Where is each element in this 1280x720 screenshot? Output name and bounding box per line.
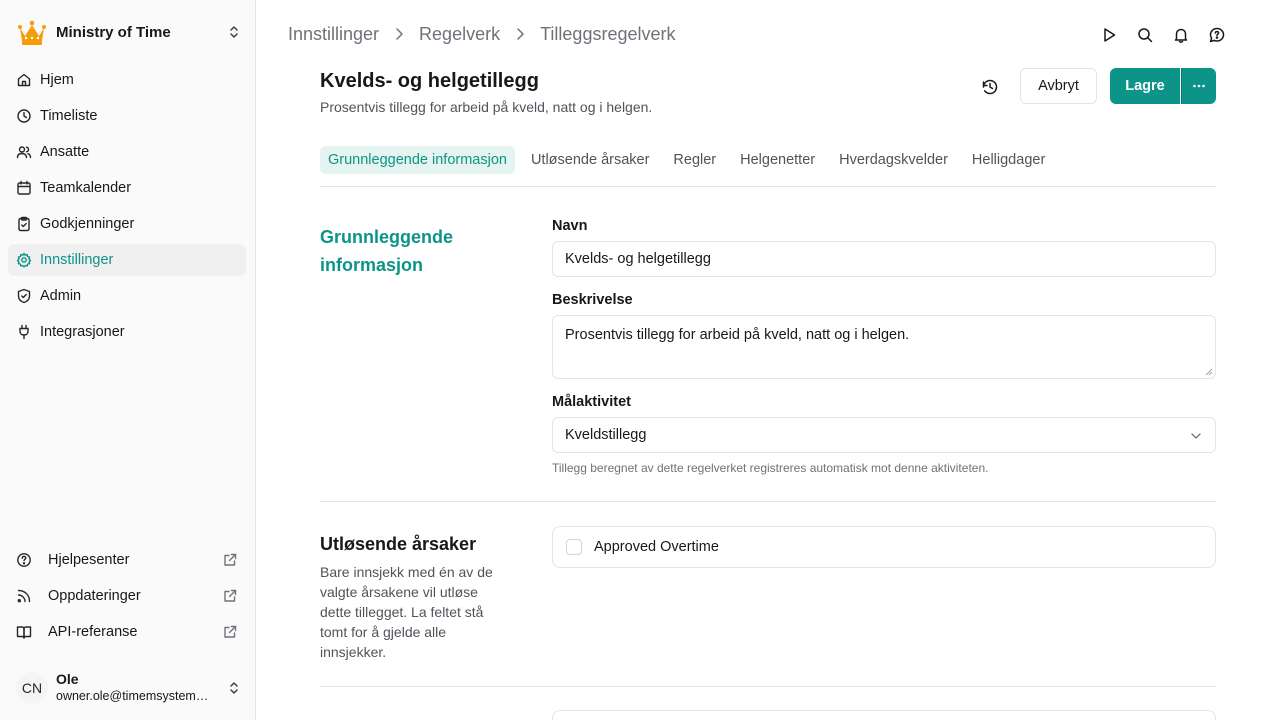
target-activity-help: Tillegg beregnet av dette regelverket re…	[552, 461, 989, 475]
sidebar-item-oppdateringer[interactable]: Oppdateringer	[8, 580, 246, 612]
sidebar-item-label: Ansatte	[40, 144, 90, 160]
user-info: Ole owner.ole@timemsystem.com	[56, 671, 226, 705]
sidebar-item-label: Integrasjoner	[40, 324, 125, 340]
description-label: Beskrivelse	[552, 292, 633, 308]
sidebar-item-label: Innstillinger	[40, 252, 114, 268]
target-activity-value: Kveldstillegg	[565, 427, 647, 443]
description-value: Prosentvis tillegg for arbeid på kveld, …	[565, 327, 910, 343]
sidebar-item-label: Godkjenninger	[40, 216, 135, 232]
external-link-icon	[222, 588, 238, 604]
target-activity-select[interactable]: Kveldstillegg	[552, 417, 1216, 453]
message-help-icon[interactable]	[1208, 26, 1226, 44]
sidebar-item-timeliste[interactable]: Timeliste	[8, 100, 246, 132]
sidebar-item-label: Admin	[40, 288, 82, 304]
triggers-description: Bare innsjekk med én av de valgte årsake…	[320, 564, 493, 660]
page-title: Kvelds- og helgetillegg	[320, 70, 539, 92]
sidebar-item-integrasjoner[interactable]: Integrasjoner	[8, 316, 246, 348]
home-icon	[16, 72, 32, 88]
page-subtitle: Prosentvis tillegg for arbeid på kveld, …	[320, 99, 653, 115]
sidebar-item-label: Timeliste	[40, 108, 98, 124]
section-tabs: Grunnleggende informasjon Utløsende årsa…	[320, 146, 1216, 187]
sidebar-item-teamkalender[interactable]: Teamkalender	[8, 172, 246, 204]
tab-helgenetter[interactable]: Helgenetter	[732, 146, 823, 174]
breadcrumb-item-current: Tilleggsregelverk	[540, 23, 676, 44]
more-options-button[interactable]	[1181, 68, 1216, 104]
trigger-option[interactable]: Approved Overtime	[552, 526, 1216, 568]
section-title-triggers: Utløsende årsaker	[320, 534, 477, 554]
target-activity-label: Målaktivitet	[552, 394, 631, 410]
search-icon[interactable]	[1136, 26, 1154, 44]
breadcrumb: Innstillinger Regelverk Tilleggsregelver…	[288, 22, 675, 46]
calendar-icon	[16, 180, 32, 196]
sidebar-item-hjelpesenter[interactable]: Hjelpesenter	[8, 544, 246, 576]
description-textarea[interactable]: Prosentvis tillegg for arbeid på kveld, …	[552, 315, 1216, 379]
bell-icon[interactable]	[1172, 26, 1190, 44]
name-label: Navn	[552, 218, 588, 234]
cancel-button[interactable]: Avbryt	[1020, 68, 1097, 104]
header-actions	[1100, 26, 1226, 44]
chevron-right-icon	[512, 26, 528, 42]
shield-check-icon	[16, 288, 32, 304]
clock-icon	[16, 108, 32, 124]
sidebar-item-godkjenninger[interactable]: Godkjenninger	[8, 208, 246, 240]
breadcrumb-item[interactable]: Regelverk	[419, 24, 500, 45]
breadcrumb-item[interactable]: Innstillinger	[288, 24, 379, 45]
sidebar-item-api-referanse[interactable]: API-referanse	[8, 616, 246, 648]
sidebar-item-label: Oppdateringer	[48, 588, 141, 604]
user-menu[interactable]: CN Ole owner.ole@timemsystem.com	[16, 668, 242, 708]
crown-logo-icon	[16, 16, 48, 48]
tab-helligdager[interactable]: Helligdager	[964, 146, 1053, 174]
sidebar-item-ansatte[interactable]: Ansatte	[8, 136, 246, 168]
plug-icon	[16, 324, 32, 340]
history-icon[interactable]	[980, 77, 1000, 97]
more-horizontal-icon	[1191, 78, 1207, 94]
users-icon	[16, 144, 32, 160]
sidebar-item-innstillinger[interactable]: Innstillinger	[8, 244, 246, 276]
sidebar-item-label: API-referanse	[48, 624, 138, 640]
main-nav: Hjem Timeliste Ansatte Teamkalender Godk…	[8, 64, 246, 352]
play-icon[interactable]	[1100, 26, 1118, 44]
trigger-option-label: Approved Overtime	[594, 539, 719, 555]
sidebar-item-label: Teamkalender	[40, 180, 132, 196]
sidebar-item-label: Hjem	[40, 72, 74, 88]
tab-hverdagskvelder[interactable]: Hverdagskvelder	[831, 146, 956, 174]
save-button[interactable]: Lagre	[1110, 68, 1180, 104]
rss-icon	[16, 588, 32, 604]
help-circle-icon	[16, 552, 32, 568]
clipboard-check-icon	[16, 216, 32, 232]
external-link-icon	[222, 624, 238, 640]
sidebar-item-admin[interactable]: Admin	[8, 280, 246, 312]
sidebar-item-hjem[interactable]: Hjem	[8, 64, 246, 96]
secondary-nav: Hjelpesenter Oppdateringer API-referanse	[8, 544, 246, 652]
resize-handle-icon[interactable]	[1205, 368, 1213, 376]
name-input[interactable]: Kvelds- og helgetillegg	[552, 241, 1216, 277]
user-email: owner.ole@timemsystem.com	[56, 689, 210, 703]
section-divider	[320, 501, 1216, 502]
gear-icon	[16, 252, 32, 268]
sidebar-item-label: Hjelpesenter	[48, 552, 130, 568]
chevron-right-icon	[391, 26, 407, 42]
tab-regler[interactable]: Regler	[665, 146, 724, 174]
section-divider	[320, 686, 1216, 687]
chevron-down-icon	[1189, 429, 1203, 443]
sidebar: Ministry of Time Hjem Timeliste Ansatte …	[0, 0, 256, 720]
user-name: Ole	[56, 671, 79, 687]
avatar: CN	[16, 672, 48, 704]
chevrons-up-down-icon[interactable]	[226, 680, 242, 696]
chevrons-up-down-icon[interactable]	[226, 24, 242, 40]
org-switcher[interactable]: Ministry of Time	[16, 14, 242, 50]
section-title-basic-info: Grunnleggende informasjon	[320, 227, 454, 275]
approved-overtime-checkbox[interactable]	[566, 539, 582, 555]
tab-grunnleggende-informasjon[interactable]: Grunnleggende informasjon	[320, 146, 515, 174]
org-name: Ministry of Time	[56, 23, 171, 41]
external-link-icon	[222, 552, 238, 568]
tab-utlosende-arsaker[interactable]: Utløsende årsaker	[523, 146, 657, 174]
book-icon	[16, 624, 32, 640]
next-section-field	[552, 710, 1216, 720]
